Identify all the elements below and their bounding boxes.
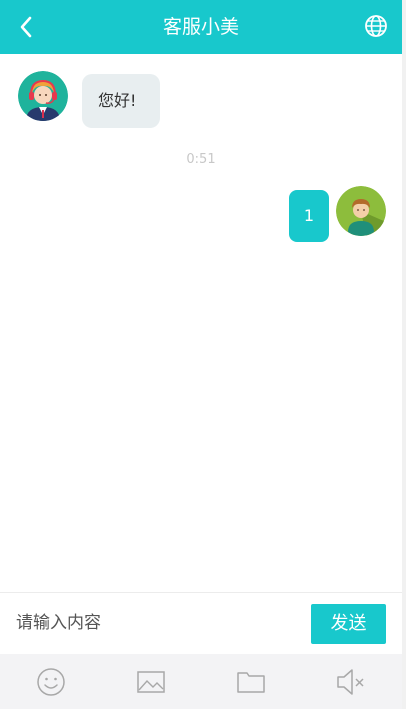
image-button[interactable] xyxy=(135,666,167,698)
agent-avatar xyxy=(18,71,68,121)
smiley-icon xyxy=(37,668,65,696)
agent-avatar-icon xyxy=(18,71,68,121)
folder-icon xyxy=(237,672,265,693)
image-icon xyxy=(137,671,165,693)
send-button[interactable]: 发送 xyxy=(311,604,386,644)
agent-message-bubble: 您好! xyxy=(82,74,161,128)
message-input[interactable] xyxy=(8,603,314,643)
scrollbar-track[interactable] xyxy=(402,0,406,709)
emoji-button[interactable] xyxy=(35,666,67,698)
mute-button[interactable] xyxy=(335,666,367,698)
composer-toolbar xyxy=(0,654,402,709)
page-title: 客服小美 xyxy=(162,16,239,38)
user-avatar-icon xyxy=(336,186,386,236)
globe-icon xyxy=(365,15,387,37)
chat-header: 客服小美 xyxy=(0,0,402,54)
composer-bar: 发送 xyxy=(0,592,402,654)
mute-icon xyxy=(337,669,364,695)
user-avatar xyxy=(336,186,386,236)
message-timestamp: 0:51 xyxy=(186,152,216,167)
language-button[interactable] xyxy=(364,14,388,38)
file-button[interactable] xyxy=(235,666,267,698)
user-message-bubble: 1 xyxy=(289,190,329,242)
chat-area[interactable]: 您好! 0:51 1 xyxy=(0,54,402,592)
